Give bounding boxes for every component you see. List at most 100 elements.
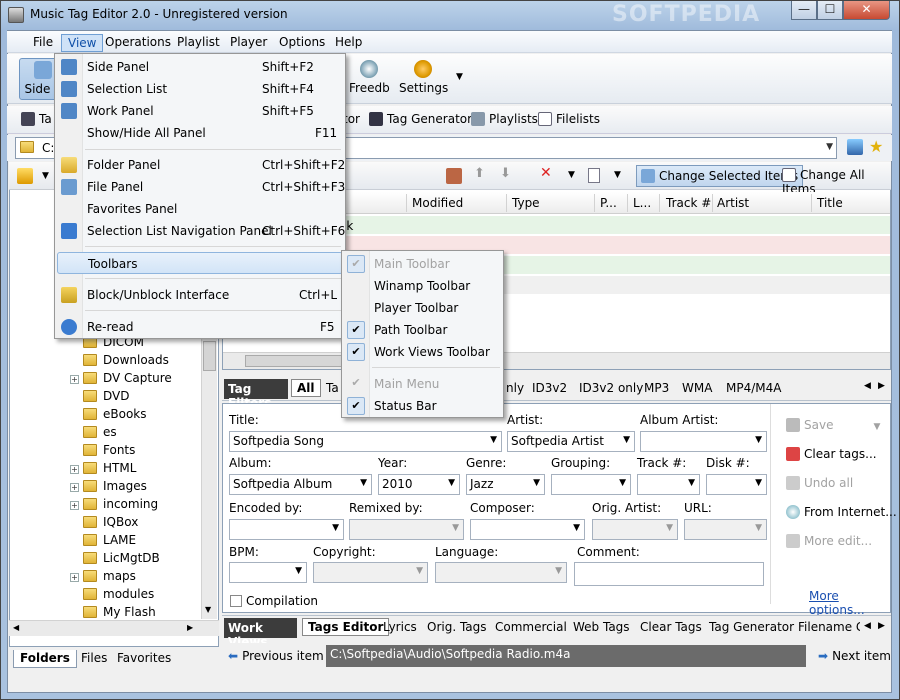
album-artist-field[interactable]: ▼: [640, 431, 767, 452]
menu-playlist[interactable]: Playlist: [171, 34, 226, 52]
filelists-button[interactable]: Filelists: [538, 112, 600, 126]
column-p[interactable]: P...: [600, 196, 617, 210]
scroll-left-icon[interactable]: ◀: [864, 621, 871, 631]
list-hscrollbar[interactable]: [223, 352, 890, 369]
folder-item[interactable]: eBooks: [70, 407, 147, 425]
maximize-button[interactable]: ☐: [817, 1, 843, 20]
playlists-button[interactable]: Playlists: [471, 112, 538, 126]
remixed-by-field[interactable]: ▼: [349, 519, 464, 540]
folder-item[interactable]: + HTML: [70, 461, 136, 479]
go-path-icon[interactable]: [847, 139, 863, 155]
folder-item[interactable]: + DV Capture: [70, 371, 172, 389]
menu-item-work-panel[interactable]: Work Panel Shift+F5: [57, 100, 343, 122]
toolbar-dropdown-icon[interactable]: ▼: [456, 72, 463, 82]
menu-player[interactable]: Player: [224, 34, 273, 52]
scrollbar-thumb[interactable]: [203, 341, 216, 371]
filter-tab-id3v2[interactable]: ID3v2: [532, 381, 567, 395]
tab-favorites[interactable]: Favorites: [111, 650, 177, 668]
column-modified[interactable]: Modified: [412, 196, 463, 210]
chevron-down-icon[interactable]: ▼: [42, 171, 49, 181]
disk-field[interactable]: ▼: [706, 474, 767, 495]
folder-item[interactable]: + Images: [70, 479, 147, 497]
save-button[interactable]: Save ▼: [786, 418, 880, 432]
folder-item[interactable]: DVD: [70, 389, 129, 407]
grouping-field[interactable]: ▼: [551, 474, 631, 495]
menu-item-selection-list[interactable]: Selection List Shift+F4: [57, 78, 343, 100]
genre-field[interactable]: Jazz ▼: [466, 474, 545, 495]
menu-options[interactable]: Options: [273, 34, 331, 52]
folder-item[interactable]: es: [70, 425, 117, 443]
folder-item[interactable]: + maps: [70, 569, 136, 587]
scroll-down-icon[interactable]: ▼: [205, 605, 211, 614]
filter-tab-wma[interactable]: WMA: [682, 381, 712, 395]
chevron-down-icon[interactable]: ▼: [568, 170, 575, 180]
undo-all-button[interactable]: Undo all: [786, 476, 853, 490]
column-artist[interactable]: Artist: [717, 196, 749, 210]
folder-go-icon[interactable]: [17, 168, 33, 184]
filter-tab-mp4[interactable]: MP4/M4A: [726, 381, 781, 395]
album-field[interactable]: Softpedia Album ▼: [229, 474, 372, 495]
scroll-right-icon[interactable]: ▶: [187, 623, 193, 632]
folder-item[interactable]: + incoming: [70, 497, 158, 515]
scroll-left-icon[interactable]: ◀: [864, 381, 871, 391]
filter-tab-ta[interactable]: Ta: [326, 381, 339, 395]
filter-tab-mp3[interactable]: MP3: [644, 381, 669, 395]
folder-item[interactable]: modules: [70, 587, 154, 605]
more-options-link[interactable]: More options...: [809, 589, 890, 617]
move-down-icon[interactable]: ⬇: [500, 166, 511, 181]
tab-files[interactable]: Files: [75, 650, 113, 668]
column-l[interactable]: L...: [633, 196, 651, 210]
column-track[interactable]: Track #: [666, 196, 711, 210]
settings-button[interactable]: Settings: [399, 58, 448, 100]
copyright-field[interactable]: ▼: [313, 562, 428, 583]
folder-item[interactable]: LicMgtDB: [70, 551, 160, 569]
menu-item-side-panel[interactable]: Side Panel Shift+F2: [57, 56, 343, 78]
comment-field[interactable]: [574, 562, 764, 586]
tab-folders[interactable]: Folders: [13, 650, 77, 668]
folder-item[interactable]: Downloads: [70, 353, 169, 371]
tab-web-tags[interactable]: Web Tags: [573, 620, 630, 634]
folder-item[interactable]: IQBox: [70, 515, 138, 533]
remove-icon[interactable]: ✕: [540, 165, 552, 181]
orig-artist-field[interactable]: ▼: [592, 519, 678, 540]
bpm-field[interactable]: ▼: [229, 562, 307, 583]
menu-help[interactable]: Help: [329, 34, 368, 52]
previous-item-button[interactable]: ⬅ Previous item: [228, 649, 324, 663]
scroll-right-icon[interactable]: ▶: [878, 621, 885, 631]
tab-filename-generator[interactable]: Filename G: [798, 620, 860, 634]
menu-item-favorites-panel[interactable]: Favorites Panel: [57, 198, 343, 220]
menu-operations[interactable]: Operations: [99, 34, 177, 52]
submenu-main-menu[interactable]: ✔ Main Menu: [344, 373, 501, 395]
close-button[interactable]: ✕: [843, 1, 890, 20]
column-type[interactable]: Type: [512, 196, 540, 210]
tag-view-button[interactable]: Ta: [21, 112, 52, 126]
submenu-main-toolbar[interactable]: ✔ Main Toolbar: [344, 253, 501, 275]
track-field[interactable]: ▼: [637, 474, 700, 495]
composer-field[interactable]: ▼: [470, 519, 585, 540]
scroll-left-icon[interactable]: ◀: [13, 623, 19, 632]
column-title[interactable]: Title: [817, 196, 843, 210]
folder-hscrollbar[interactable]: ◀ ▶: [9, 620, 219, 636]
menu-item-toolbars[interactable]: Toolbars: [57, 252, 343, 274]
clear-tags-button[interactable]: Clear tags...: [786, 447, 877, 461]
submenu-winamp-toolbar[interactable]: Winamp Toolbar: [344, 275, 501, 297]
encoded-by-field[interactable]: ▼: [229, 519, 344, 540]
language-field[interactable]: ▼: [435, 562, 567, 583]
tab-tags-editor[interactable]: Tags Editor: [302, 618, 390, 636]
menu-item-show-hide-all[interactable]: Show/Hide All Panel F11: [57, 122, 343, 144]
tab-clear-tags[interactable]: Clear Tags: [640, 620, 702, 634]
next-item-button[interactable]: ➡ Next item: [818, 649, 891, 663]
compilation-checkbox[interactable]: [230, 595, 242, 607]
tag-generator-button[interactable]: Tag Generator: [369, 112, 472, 126]
submenu-player-toolbar[interactable]: Player Toolbar: [344, 297, 501, 319]
scroll-right-icon[interactable]: ▶: [878, 381, 885, 391]
tab-commercial[interactable]: Commercial: [495, 620, 567, 634]
more-edit-button[interactable]: More edit...: [786, 534, 872, 548]
submenu-path-toolbar[interactable]: ✔ Path Toolbar: [344, 319, 501, 341]
menu-item-block-interface[interactable]: Block/Unblock Interface Ctrl+L: [57, 284, 343, 306]
submenu-work-views-toolbar[interactable]: ✔ Work Views Toolbar: [344, 341, 501, 363]
tab-orig-tags[interactable]: Orig. Tags: [427, 620, 487, 634]
url-field[interactable]: ▼: [684, 519, 767, 540]
sort-icon[interactable]: [446, 168, 462, 184]
tab-tag-generator[interactable]: Tag Generator: [709, 620, 794, 634]
